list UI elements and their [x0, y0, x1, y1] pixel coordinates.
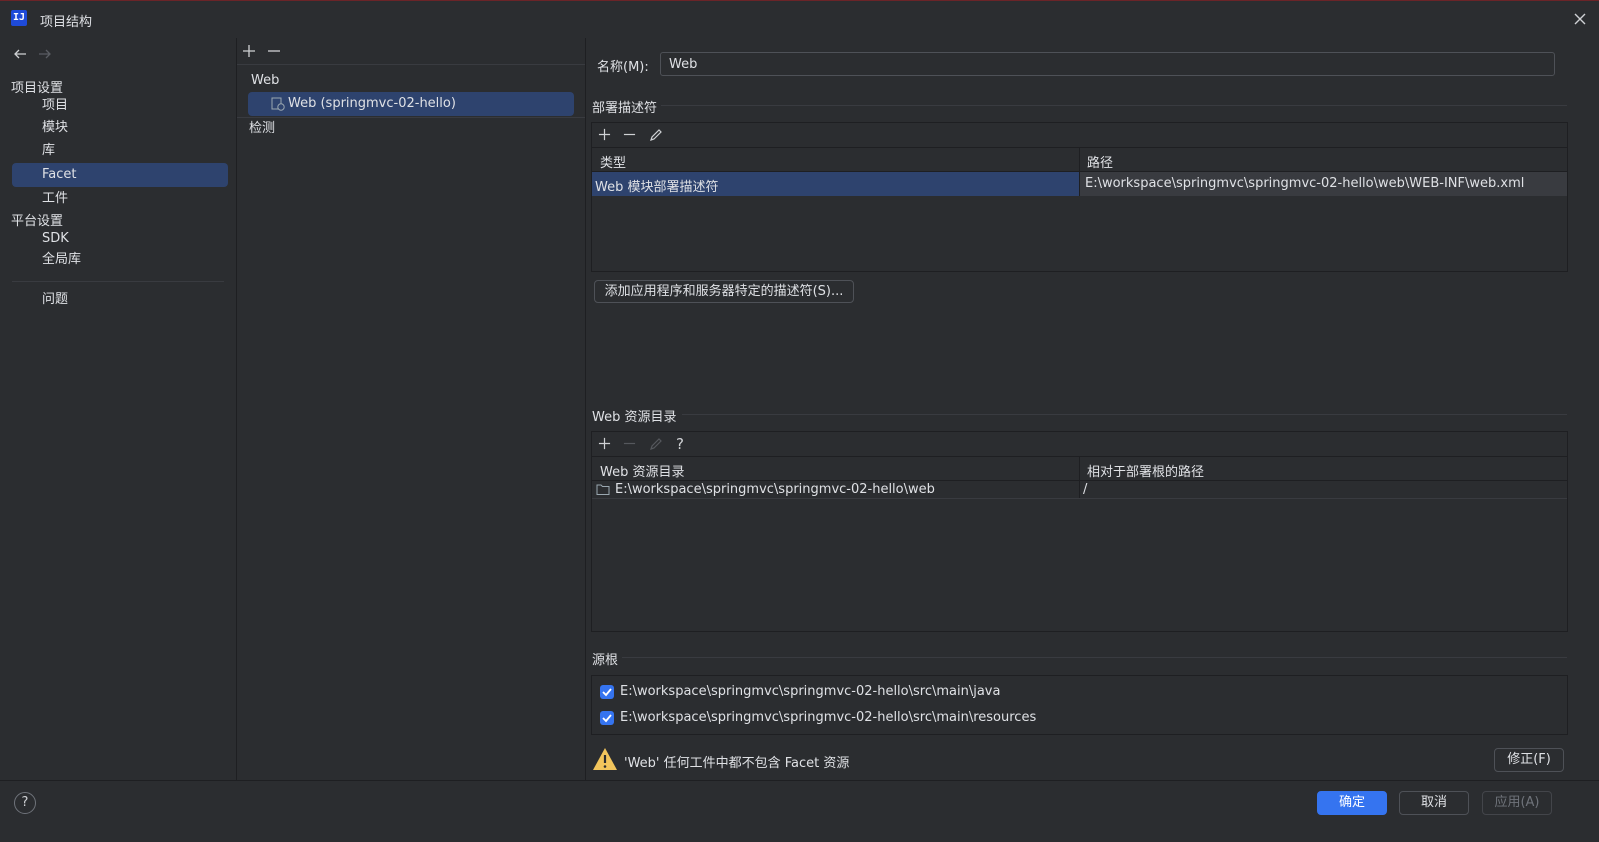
nav-item-modules[interactable]: 模块	[12, 116, 228, 140]
left-panel-divider	[236, 38, 237, 780]
section-line	[682, 414, 1567, 415]
deployment-descriptors-title: 部署描述符	[592, 101, 658, 116]
source-root-resources-checkbox[interactable]	[600, 711, 614, 725]
facet-item-label: Web (springmvc-02-hello)	[288, 96, 456, 111]
nav-item-artifacts[interactable]: 工件	[12, 187, 228, 211]
section-line	[622, 657, 1567, 658]
window-title: 项目结构	[40, 15, 93, 30]
ok-button[interactable]: 确定	[1317, 791, 1387, 815]
add-resource-dir-icon[interactable]	[598, 437, 611, 450]
folder-icon	[596, 483, 610, 496]
web-resource-dirs-title: Web 资源目录	[592, 410, 677, 425]
resource-dir-text: E:\workspace\springmvc\springmvc-02-hell…	[615, 482, 935, 497]
app-logo-icon: IJ	[11, 10, 27, 26]
column-header-type[interactable]: 类型	[600, 152, 626, 171]
column-header-relative-path[interactable]: 相对于部署根的路径	[1087, 461, 1204, 480]
source-root-resources-label: E:\workspace\springmvc\springmvc-02-hell…	[620, 710, 1037, 725]
deployment-descriptors-panel	[591, 122, 1568, 272]
edit-descriptor-icon[interactable]	[649, 128, 663, 142]
source-roots-title: 源根	[592, 653, 619, 668]
footer-divider	[0, 780, 1599, 781]
nav-item-global-libraries[interactable]: 全局库	[12, 248, 228, 272]
apply-button[interactable]: 应用(A)	[1482, 791, 1552, 815]
detection-item[interactable]: 检测	[249, 117, 275, 141]
title-bar	[0, 0, 1599, 38]
resource-relative-path-text: /	[1083, 482, 1088, 497]
middle-toolbar-divider	[237, 64, 585, 65]
nav-item-project[interactable]: 项目	[12, 94, 228, 118]
middle-panel-divider	[585, 38, 586, 780]
name-input[interactable]	[660, 52, 1555, 76]
source-root-java-checkbox[interactable]	[600, 685, 614, 699]
nav-item-facets[interactable]: Facet	[12, 163, 228, 187]
edit-resource-dir-icon[interactable]	[649, 437, 663, 451]
fix-button[interactable]: 修正(F)	[1494, 748, 1564, 772]
add-server-specific-descriptor-button[interactable]: 添加应用程序和服务器特定的描述符(S)...	[594, 280, 854, 303]
cancel-button[interactable]: 取消	[1399, 791, 1469, 815]
tree-separator	[237, 117, 585, 118]
back-arrow-icon[interactable]	[12, 46, 28, 62]
nav-separator	[12, 281, 224, 282]
help-button[interactable]: ?	[14, 792, 36, 814]
name-label: 名称(M):	[597, 60, 649, 75]
add-facet-icon[interactable]	[242, 44, 256, 58]
descriptor-type-text: Web 模块部署描述符	[595, 180, 719, 195]
nav-item-libraries[interactable]: 库	[12, 139, 228, 163]
web-facet-icon	[271, 97, 285, 111]
facet-group-web[interactable]: Web	[251, 69, 279, 93]
add-descriptor-icon[interactable]	[598, 128, 611, 141]
remove-descriptor-icon[interactable]	[623, 128, 636, 141]
help-question-icon[interactable]: ?	[676, 436, 684, 452]
column-header-web-resource-dir[interactable]: Web 资源目录	[600, 461, 684, 480]
column-header-path[interactable]: 路径	[1087, 152, 1113, 171]
forward-arrow-icon[interactable]	[37, 46, 53, 62]
descriptor-path-text: E:\workspace\springmvc\springmvc-02-hell…	[1085, 176, 1525, 191]
nav-item-problems[interactable]: 问题	[12, 288, 228, 312]
remove-facet-icon[interactable]	[267, 44, 281, 58]
source-root-java-label: E:\workspace\springmvc\springmvc-02-hell…	[620, 684, 1001, 699]
warning-icon	[592, 747, 618, 771]
section-line	[661, 105, 1567, 106]
warning-text: 'Web' 任何工件中都不包含 Facet 资源	[624, 756, 850, 771]
close-icon[interactable]	[1572, 11, 1588, 27]
remove-resource-dir-icon[interactable]	[623, 437, 636, 450]
